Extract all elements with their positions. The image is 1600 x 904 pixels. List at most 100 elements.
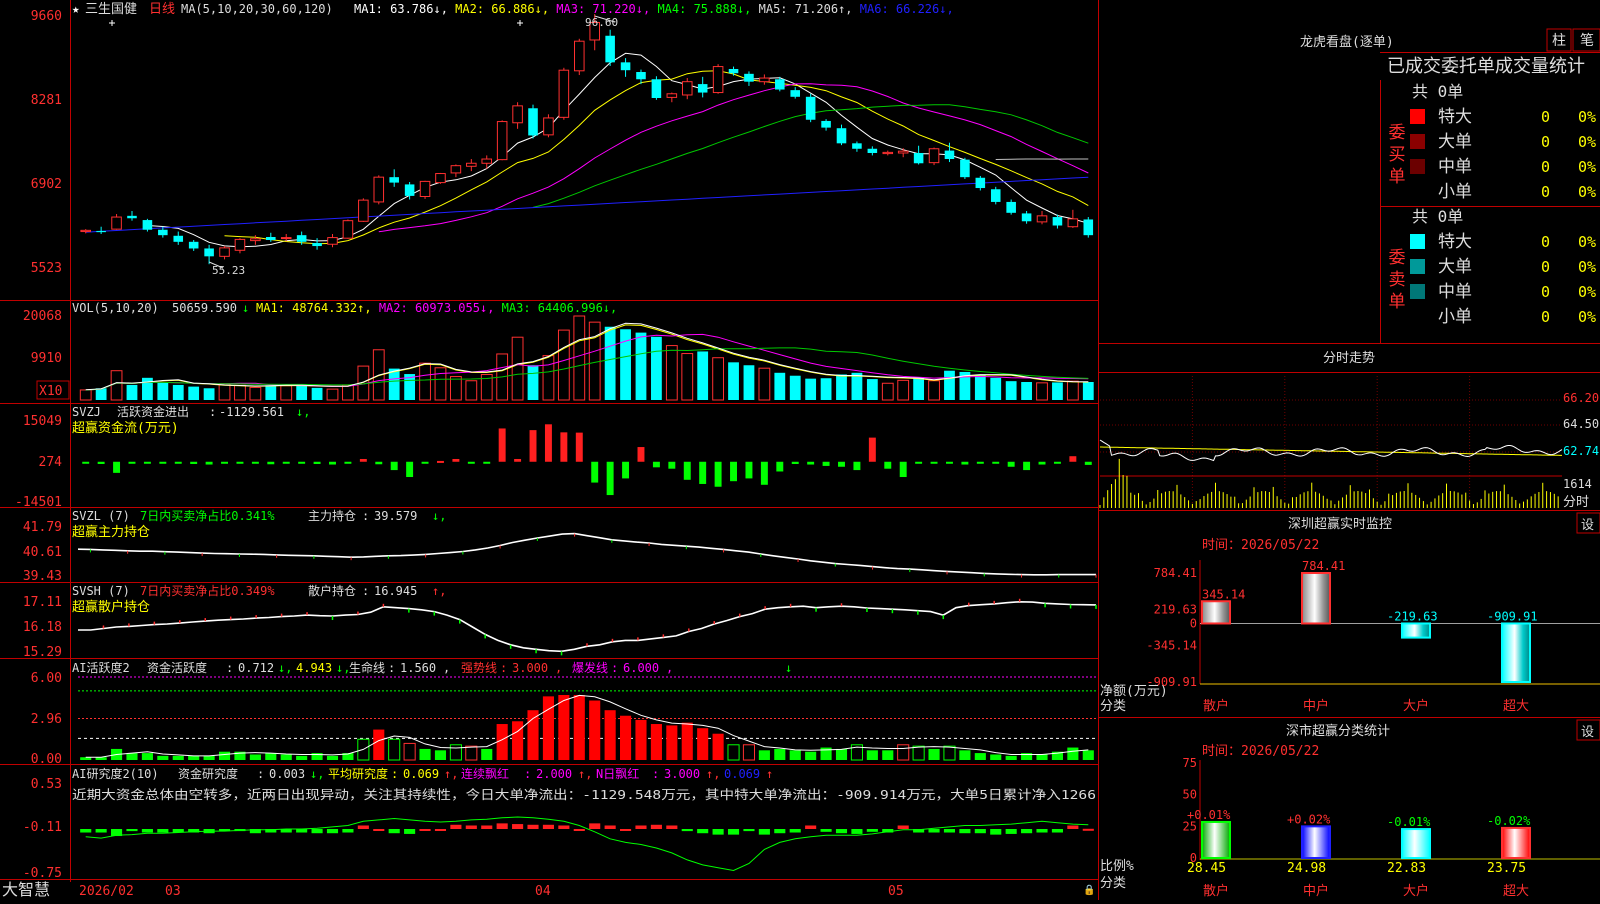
flow-bar <box>1084 461 1092 465</box>
price-axis-top: 9660 <box>31 9 62 24</box>
monitor-bar <box>1501 622 1531 684</box>
research-bar <box>866 829 878 832</box>
volume-bar <box>573 315 586 401</box>
research-bar <box>1036 829 1048 833</box>
classify-bar <box>1301 825 1331 859</box>
ai1-burst-label: 爆发线 <box>572 660 608 675</box>
research-bar <box>373 829 385 831</box>
research-bar <box>311 829 323 834</box>
row-label: 大单 <box>1438 257 1472 277</box>
side-char: 卖 <box>1389 270 1406 290</box>
classify-settings-button[interactable]: 设 <box>1581 725 1594 740</box>
volume-bar <box>1021 382 1032 400</box>
monitor-bar-label: -909.91 <box>1487 609 1538 623</box>
candle-body <box>728 68 739 74</box>
svzl-arrow: ↓, <box>432 509 446 523</box>
ai2-avg-colon: : <box>391 767 398 781</box>
row-pct: 0% <box>1578 183 1596 201</box>
flow-bar <box>113 461 121 473</box>
classify-value-label: 24.98 <box>1287 861 1326 876</box>
volume-bar <box>990 377 1002 400</box>
candle-body <box>975 177 986 189</box>
ai2-axis-1: 0.53 <box>31 777 62 792</box>
active-bar <box>912 745 925 761</box>
ai1-burst-colon: : <box>611 661 618 675</box>
volume-bar <box>311 387 323 400</box>
svsh-subtitle: 超赢散户持仓 <box>72 599 150 615</box>
active-bar <box>758 750 770 760</box>
trading-terminal: 784.41219.630-345.14-909.91345.14散户784.4… <box>0 0 1600 900</box>
active-bar <box>280 754 292 760</box>
side-char: 委 <box>1389 248 1406 268</box>
svzj-axis-2: 274 <box>39 455 63 470</box>
svsh-axis-2: 16.18 <box>23 620 62 635</box>
flow-bar <box>915 461 923 464</box>
research-bar <box>573 829 585 831</box>
flow-bar <box>421 461 429 464</box>
row-value: 0 <box>1541 183 1550 201</box>
stock-name: 三生国健 <box>85 2 137 17</box>
classify-bar <box>1201 820 1231 859</box>
svzl-colon: : <box>362 509 369 523</box>
active-bar <box>126 753 138 760</box>
flow-bar <box>467 461 475 464</box>
flow-bar <box>174 461 182 464</box>
volume-bar <box>866 379 878 400</box>
star-icon[interactable]: ★ <box>72 1 80 16</box>
lock-icon[interactable]: 🔒 <box>1083 884 1095 896</box>
active-bar <box>373 729 385 760</box>
classify-axis-label: 75 <box>1183 756 1197 770</box>
flow-bar <box>776 461 784 472</box>
research-bar <box>357 825 369 829</box>
ma-legend-ma4: MA4: 75.888↓, <box>650 2 751 16</box>
monitor-bar <box>1301 572 1331 625</box>
flow-bar <box>282 461 290 464</box>
flow-bar <box>622 461 630 479</box>
candle-body <box>1021 213 1032 222</box>
candle-body <box>681 81 693 96</box>
bar-toggle-button[interactable]: 柱 <box>1552 33 1566 49</box>
ai2-cont-colon: : <box>524 767 531 781</box>
volume-bar <box>296 384 308 400</box>
flow-bar <box>838 461 845 467</box>
ma-params: MA(5,10,20,30,60,120) <box>181 2 333 16</box>
research-bar <box>774 829 786 834</box>
candle-body <box>913 152 924 164</box>
ai2-arrow1: ↓, <box>310 767 324 781</box>
volume-bar <box>588 321 601 401</box>
candle-body <box>1067 218 1079 228</box>
research-bar <box>450 824 462 829</box>
research-bar <box>589 823 601 829</box>
classify-change-label: -0.02% <box>1487 814 1531 828</box>
intraday-axis-4: 1614 <box>1563 477 1592 491</box>
ai1-name: AI活跃度2 <box>72 660 130 675</box>
candle-body <box>790 90 801 97</box>
research-bar <box>897 825 909 829</box>
research-bar <box>697 829 709 834</box>
candle-body <box>1052 217 1063 226</box>
vol-legend-ma2: MA2: 60973.055↓, <box>372 301 495 315</box>
volume-bar <box>465 380 478 401</box>
svsh-arrow: ↑, <box>432 584 446 598</box>
volume-bar <box>665 345 678 401</box>
pen-toggle-button[interactable]: 笔 <box>1580 33 1594 49</box>
intraday-title: 分时走势 <box>1323 350 1375 366</box>
classify-ylabel: 比例% <box>1100 859 1134 874</box>
candle-body <box>342 220 354 239</box>
active-bar <box>866 750 878 760</box>
monitor-settings-button[interactable]: 设 <box>1581 518 1594 533</box>
flow-bar <box>390 461 398 471</box>
volume-bar <box>881 382 894 401</box>
flow-bar <box>899 461 907 478</box>
intraday-axis-2: 64.50 <box>1563 417 1599 431</box>
candle-body <box>867 148 878 153</box>
svzj-arrow: ↓, <box>296 405 310 419</box>
active-bar <box>188 755 200 760</box>
candle-body <box>620 62 631 71</box>
classify-date: 时间：2026/05/22 <box>1202 744 1319 759</box>
monitor-bar-label: 784.41 <box>1302 559 1345 573</box>
row-pct: 0% <box>1578 258 1596 276</box>
ai2-avg-value: 0.069 <box>403 767 439 781</box>
svsh-label2: 散户持仓 <box>308 583 356 598</box>
classify-category: 大户 <box>1403 883 1429 899</box>
